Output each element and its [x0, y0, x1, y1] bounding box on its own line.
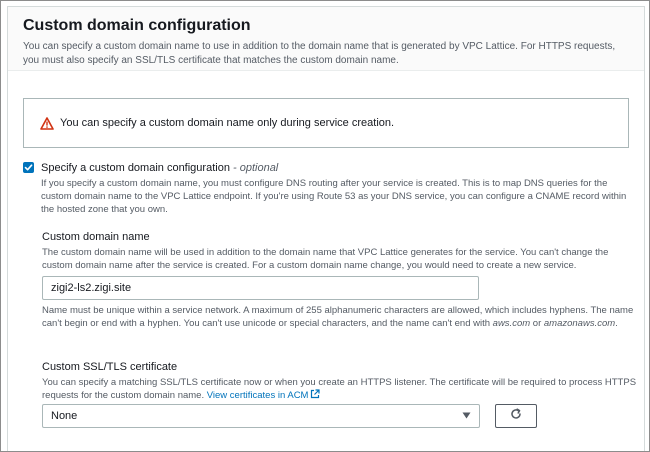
caret-down-icon [462, 410, 471, 422]
constraint-domain-2: amazonaws.com [543, 318, 616, 329]
constraint-domain-1: aws.com [492, 318, 531, 329]
checkbox-label-text: Specify a custom domain configuration [41, 162, 230, 174]
refresh-certificates-button[interactable] [495, 404, 537, 428]
optional-tag: - optional [233, 162, 279, 174]
custom-domain-checkbox[interactable] [23, 162, 34, 173]
certificate-label: Custom SSL/TLS certificate [42, 361, 178, 373]
checkmark-icon [24, 164, 33, 171]
certificate-description: You can specify a matching SSL/TLS certi… [42, 376, 638, 402]
view-certificates-link-text: View certificates in ACM [206, 390, 309, 401]
panel-header: Custom domain configuration You can spec… [8, 7, 644, 71]
info-alert: You can specify a custom domain name onl… [23, 98, 629, 148]
checkbox-description: If you specify a custom domain name, you… [41, 178, 627, 215]
checkbox-label[interactable]: Specify a custom domain configuration - … [41, 161, 278, 175]
alert-text: You can specify a custom domain name onl… [60, 117, 395, 129]
view-certificates-link[interactable]: View certificates in ACM [206, 389, 321, 401]
certificate-select-value: None [51, 410, 78, 422]
panel-title: Custom domain configuration [23, 17, 251, 34]
window-frame: Custom domain configuration You can spec… [0, 0, 650, 452]
panel-description: You can specify a custom domain name to … [23, 41, 616, 66]
external-link-icon [310, 389, 321, 399]
domain-name-description: The custom domain name will be used in a… [42, 247, 609, 271]
certificate-description-text: You can specify a matching SSL/TLS certi… [42, 377, 637, 401]
certificate-select[interactable]: None [42, 404, 480, 428]
domain-name-label: Custom domain name [42, 231, 150, 243]
domain-name-constraint: Name must be unique within a service net… [42, 304, 638, 330]
custom-domain-name-input[interactable] [42, 276, 479, 300]
refresh-icon [510, 407, 522, 425]
custom-domain-panel: Custom domain configuration You can spec… [7, 6, 645, 451]
constraint-end: . [615, 318, 618, 329]
warning-icon [40, 116, 54, 130]
constraint-or: or [530, 318, 544, 329]
